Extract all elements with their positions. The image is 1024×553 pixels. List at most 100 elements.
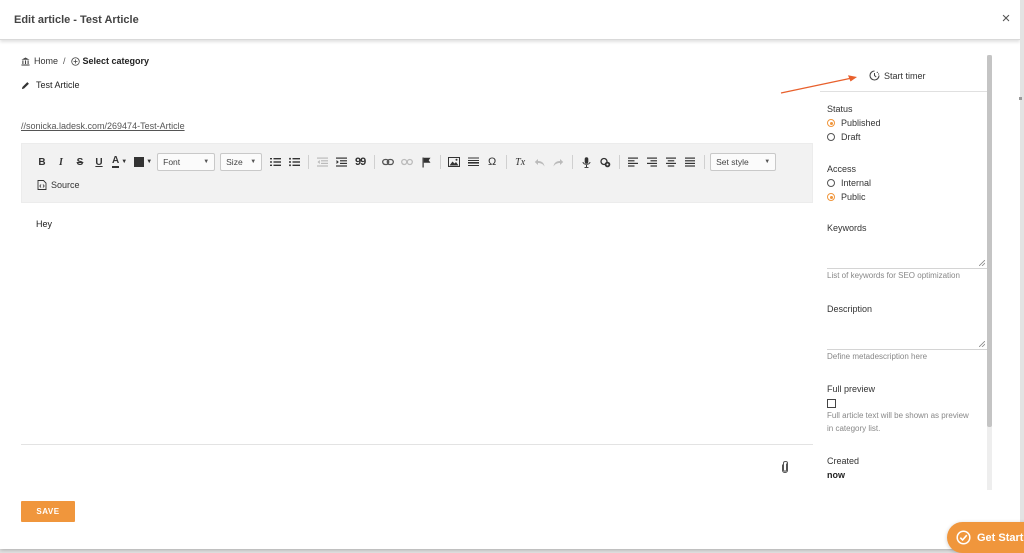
start-timer-label: Start timer: [884, 70, 926, 81]
link-button[interactable]: [380, 153, 396, 171]
gear-icon: [599, 157, 610, 167]
indent-icon: [335, 157, 347, 167]
save-button[interactable]: SAVE: [21, 501, 75, 522]
full-preview-group: Full preview: [827, 384, 875, 408]
editor-toolbar: B I S U A ▼ ▼ Font ▼ Size ▼ 99 Ω Tx Set …: [21, 143, 813, 203]
toolbar-separator: [704, 155, 706, 169]
access-option-label: Internal: [841, 178, 872, 188]
description-hint: Define metadescription here: [827, 352, 928, 361]
access-option-label: Public: [841, 192, 866, 202]
chevron-down-icon: ▼: [121, 159, 128, 165]
horizontal-line-icon: [467, 157, 479, 166]
size-select-label: Size: [226, 157, 243, 167]
close-button[interactable]: ×: [999, 11, 1013, 27]
select-category-link[interactable]: Select category: [83, 56, 150, 66]
align-center-icon: [666, 157, 677, 167]
set-style-select[interactable]: Set style ▼: [710, 153, 777, 171]
size-select[interactable]: Size ▼: [220, 153, 263, 171]
align-left-button[interactable]: [625, 153, 641, 171]
start-timer-button[interactable]: Start timer: [869, 70, 926, 81]
embed-media-button[interactable]: [597, 153, 613, 171]
access-option-public[interactable]: Public: [827, 192, 871, 202]
toolbar-row-2: Source: [37, 175, 80, 195]
set-style-label: Set style: [716, 157, 749, 167]
source-code-icon: [37, 180, 47, 190]
font-select-label: Font: [163, 157, 181, 167]
italic-button[interactable]: I: [53, 153, 69, 171]
page-scroll-marker: [1019, 97, 1022, 100]
image-button[interactable]: [446, 153, 462, 171]
radio-selected-icon: [827, 119, 835, 127]
full-preview-hint: Full article text will be shown as previ…: [827, 409, 969, 435]
decrease-indent-button[interactable]: [314, 153, 330, 171]
keywords-textarea[interactable]: [827, 235, 987, 269]
breadcrumb: Home / Select category: [21, 56, 149, 66]
background-color-button[interactable]: ▼: [132, 153, 154, 171]
omega-icon: Ω: [488, 156, 497, 168]
toolbar-separator: [619, 155, 621, 169]
status-label: Status: [827, 104, 853, 114]
article-url-link[interactable]: //sonicka.ladesk.com/269474-Test-Article: [21, 121, 185, 131]
get-started-button[interactable]: Get Start: [947, 522, 1024, 553]
unlink-button[interactable]: [399, 153, 415, 171]
status-option-label: Draft: [841, 132, 861, 142]
bold-button[interactable]: B: [34, 153, 50, 171]
numbered-list-button[interactable]: [267, 153, 283, 171]
blockquote-icon: 99: [355, 156, 366, 168]
description-textarea[interactable]: [827, 316, 987, 350]
chevron-down-icon: ▼: [146, 159, 153, 165]
status-option-draft[interactable]: Draft: [827, 132, 881, 142]
created-group: Created now: [827, 456, 859, 480]
created-label: Created: [827, 456, 860, 466]
full-preview-checkbox[interactable]: [827, 399, 836, 408]
timer-icon: [869, 70, 880, 81]
chevron-down-icon: ▼: [203, 159, 210, 165]
check-circle-icon: [956, 530, 971, 545]
blockquote-button[interactable]: 99: [352, 153, 368, 171]
redo-icon: [553, 158, 563, 166]
source-button[interactable]: Source: [37, 180, 80, 190]
toolbar-separator: [374, 155, 376, 169]
increase-indent-button[interactable]: [333, 153, 349, 171]
sidebar-divider: [820, 91, 987, 92]
bank-icon: [21, 56, 30, 66]
editor-bottom-border: [21, 444, 813, 445]
align-center-button[interactable]: [663, 153, 679, 171]
remove-format-button[interactable]: Tx: [512, 153, 528, 171]
microphone-button[interactable]: [578, 153, 594, 171]
page-background-edge: [1020, 0, 1024, 553]
full-preview-hint-line-1: Full article text will be shown as previ…: [827, 411, 969, 420]
numbered-list-icon: [269, 158, 281, 166]
article-title-row[interactable]: Test Article: [21, 80, 80, 90]
horizontal-line-button[interactable]: [465, 153, 481, 171]
anchor-button[interactable]: [418, 153, 434, 171]
strikethrough-button[interactable]: S: [72, 153, 88, 171]
modal-header: Edit article - Test Article ×: [0, 0, 1020, 40]
toolbar-separator: [506, 155, 508, 169]
undo-button[interactable]: [531, 153, 547, 171]
bulleted-list-button[interactable]: [286, 153, 302, 171]
justify-button[interactable]: [682, 153, 698, 171]
font-select[interactable]: Font ▼: [157, 153, 216, 171]
resize-handle-icon[interactable]: [979, 341, 985, 347]
access-label: Access: [827, 164, 857, 174]
editor-content[interactable]: Hey: [36, 219, 52, 229]
radio-selected-icon: [827, 193, 835, 201]
breadcrumb-home-link[interactable]: Home: [34, 56, 58, 66]
sidebar-scrollbar-thumb[interactable]: [987, 55, 992, 427]
toolbar-separator: [572, 155, 574, 169]
align-right-button[interactable]: [644, 153, 660, 171]
access-option-internal[interactable]: Internal: [827, 178, 871, 188]
outdent-icon: [316, 157, 328, 167]
redo-button[interactable]: [550, 153, 566, 171]
special-character-button[interactable]: Ω: [484, 153, 500, 171]
plus-circle-icon: [70, 56, 80, 66]
article-title: Test Article: [36, 80, 80, 90]
underline-button[interactable]: U: [91, 153, 107, 171]
text-color-button[interactable]: A ▼: [110, 153, 129, 171]
status-option-label: Published: [841, 118, 881, 128]
paperclip-icon[interactable]: [780, 460, 790, 474]
status-option-published[interactable]: Published: [827, 118, 881, 128]
resize-handle-icon[interactable]: [979, 260, 985, 266]
created-value: now: [827, 470, 845, 480]
